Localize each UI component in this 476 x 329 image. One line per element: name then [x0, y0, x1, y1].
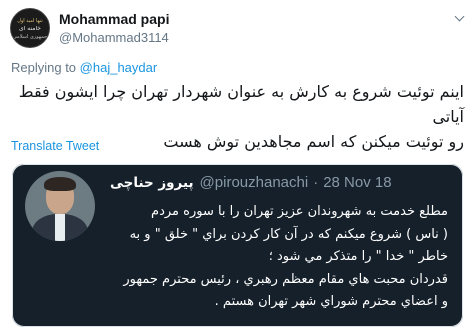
avatar-text-1: تنها امید اول	[17, 18, 43, 24]
author-name[interactable]: Mohammad papi	[59, 11, 169, 27]
replying-to-label: Replying to	[11, 60, 77, 75]
reply-handle-link[interactable]: @haj_haydar	[80, 60, 158, 75]
tweet-line: اینم توئیت شروع به کارش به عنوان شهردار …	[18, 82, 464, 126]
quoted-line: ( ناس ) شروع ميکنم که در آن کار کردن برا…	[129, 226, 448, 242]
quoted-line: مطلع خدمت به شهروندان عزيز تهران را با س…	[151, 204, 448, 219]
avatar-text-2: خامنه ای	[18, 26, 42, 32]
quoted-avatar	[25, 171, 95, 241]
quoted-handle: @pirouzhanachi	[199, 174, 309, 191]
author-avatar[interactable]: تنها امید اول خامنه ای جمهوری اسلامی	[10, 8, 50, 48]
quoted-text: مطلع خدمت به شهروندان عزيز تهران را با س…	[108, 201, 448, 314]
quoted-line: قدردان محبت هاي مقام معظم رهبري ، رئيس م…	[123, 271, 448, 287]
author-handle[interactable]: @Mohammad3114	[59, 30, 169, 45]
chevron-down-icon[interactable]	[455, 14, 464, 23]
quoted-separator: ·	[313, 174, 319, 191]
translate-tweet-link[interactable]: Translate Tweet	[11, 139, 99, 153]
avatar-text-3: جمهوری اسلامی	[12, 34, 48, 40]
quoted-line: و اعضاي محترم شوراي شهر تهران هستم .	[214, 294, 448, 309]
replying-to: Replying to @haj_haydar	[11, 60, 157, 75]
quoted-date: 28 Nov 18	[323, 174, 392, 191]
quoted-name: پیروز حناچی	[110, 175, 194, 191]
quoted-tweet-card[interactable]: پیروز حناچی @pirouzhanachi · 28 Nov 18 مطلع…	[12, 164, 463, 327]
quoted-header: پیروز حناچی @pirouzhanachi · 28 Nov 18	[110, 174, 450, 192]
quoted-line: خاطر " خدا " را متذکر مي شود ؛	[268, 249, 448, 264]
